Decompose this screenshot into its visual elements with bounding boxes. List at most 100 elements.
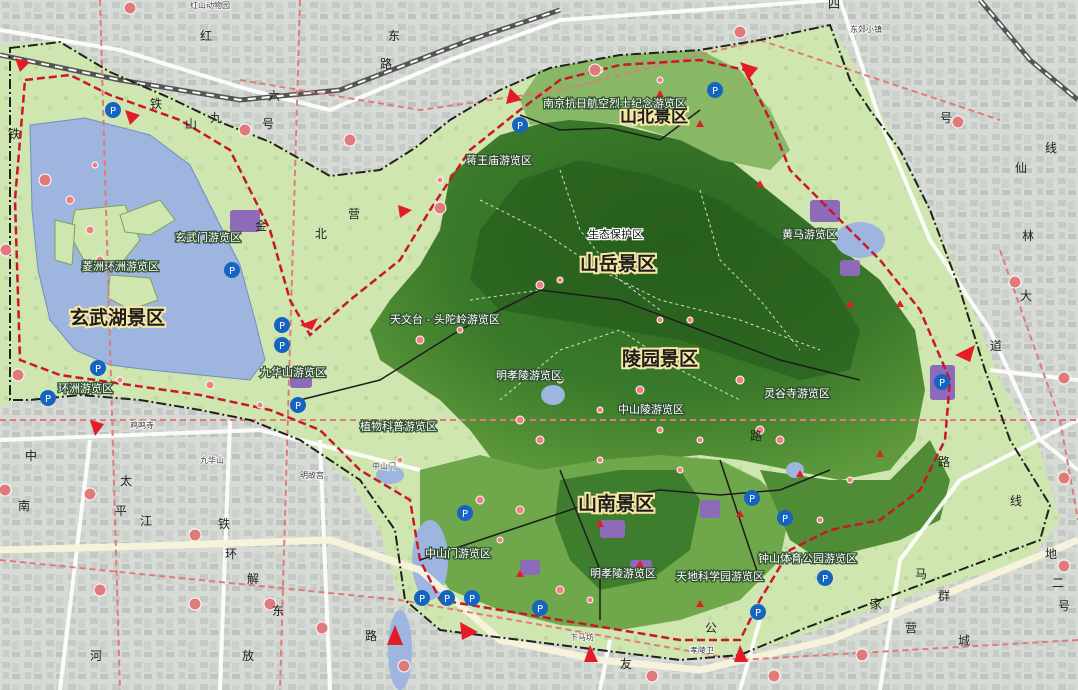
svg-text:金: 金 (255, 218, 267, 233)
svg-text:P: P (469, 594, 475, 605)
svg-text:大: 大 (1020, 289, 1032, 303)
svg-text:北: 北 (315, 227, 327, 241)
svg-text:山: 山 (185, 117, 197, 131)
parking-icon[interactable]: P (512, 117, 528, 133)
svg-text:江: 江 (140, 514, 152, 528)
area-label-jiuhua: 九华山游览区 (260, 365, 326, 379)
zone-label-xuanwu: 玄武湖景区 (70, 306, 165, 329)
svg-text:铁: 铁 (150, 97, 162, 111)
map-canvas[interactable]: P P P P P P P P P P P P P P P P P P P 玄武… (0, 0, 1078, 690)
svg-text:六: 六 (268, 89, 280, 103)
svg-text:马: 马 (915, 567, 927, 581)
place-label-zhongshanmen: 中山门 (372, 461, 396, 471)
area-label-jiwang: 蒋王庙游览区 (466, 153, 532, 167)
area-label-botanical: 植物科普游览区 (360, 419, 437, 433)
parking-icon[interactable]: P (457, 505, 473, 521)
xuanwu-island (54, 219, 76, 266)
area-label-aviation: 南京抗日航空烈士纪念游览区 (543, 96, 686, 110)
place-label-minggu: 明故宫 (300, 470, 324, 480)
svg-text:路: 路 (938, 454, 950, 469)
place-label-xiaolingwei: 孝陵卫 (690, 646, 714, 655)
parking-icon[interactable]: P (707, 82, 723, 98)
svg-text:放: 放 (242, 648, 254, 663)
parking-icon[interactable]: P (744, 490, 760, 506)
zone-label-shannan: 山南景区 (578, 493, 654, 515)
parking-icon[interactable]: P (414, 590, 430, 606)
place-label-jiming: 鸡鸣寺 (130, 420, 154, 430)
svg-text:东: 东 (272, 604, 284, 618)
map-svg[interactable]: P P P P P P P P P P P P P P P P P P P 玄武… (0, 0, 1078, 690)
area-label-huangma: 黄马游览区 (782, 227, 837, 241)
place-label-jiuhuashan: 九华山 (200, 455, 224, 465)
parking-icon[interactable]: P (934, 374, 950, 390)
svg-text:林: 林 (1022, 229, 1034, 243)
parking-icon[interactable]: P (532, 600, 548, 616)
svg-text:线: 线 (1045, 141, 1057, 155)
svg-text:城: 城 (958, 634, 970, 648)
svg-text:路: 路 (380, 56, 392, 71)
svg-text:东: 东 (388, 29, 400, 43)
parking-icon[interactable]: P (777, 510, 793, 526)
parking-icon[interactable]: P (105, 102, 121, 118)
svg-text:仙: 仙 (1015, 161, 1027, 175)
svg-text:九: 九 (210, 111, 222, 125)
svg-text:P: P (712, 86, 718, 97)
area-label-xuanwu-gate: 玄武门游览区 (175, 230, 241, 244)
area-label-sports: 钟山体育公园游览区 (758, 551, 857, 565)
svg-text:解: 解 (247, 572, 259, 586)
svg-text:中: 中 (25, 448, 37, 463)
svg-text:路: 路 (750, 428, 762, 443)
parking-icon[interactable]: P (90, 360, 106, 376)
svg-text:友: 友 (620, 657, 632, 671)
svg-text:号: 号 (262, 117, 274, 131)
area-label-linggu: 灵谷寺游览区 (764, 386, 830, 400)
parking-icon[interactable]: P (817, 570, 833, 586)
svg-text:线: 线 (1010, 494, 1022, 508)
parking-icon[interactable]: P (464, 590, 480, 606)
area-label-huanzhou: 环洲游览区 (58, 381, 113, 395)
parking-icon[interactable]: P (274, 337, 290, 353)
parking-icon[interactable]: P (290, 397, 306, 413)
svg-text:P: P (517, 121, 523, 132)
svg-text:P: P (462, 509, 468, 520)
svg-text:地: 地 (1045, 547, 1057, 561)
svg-text:环: 环 (225, 547, 237, 561)
svg-text:公: 公 (705, 621, 717, 635)
parking-icon[interactable]: P (439, 590, 455, 606)
parking-icon[interactable]: P (274, 317, 290, 333)
parking-icon[interactable]: P (224, 262, 240, 278)
svg-text:营: 营 (348, 207, 360, 221)
zone-label-lingyuan: 陵园景区 (622, 347, 698, 370)
svg-text:P: P (537, 604, 543, 615)
zone-label-shanbei: 山北景区 (620, 107, 688, 127)
svg-text:P: P (95, 364, 101, 375)
area-label-xiaoling-west: 明孝陵游览区 (590, 566, 656, 580)
svg-text:P: P (782, 514, 788, 525)
svg-text:P: P (229, 266, 235, 277)
svg-text:群: 群 (938, 589, 950, 603)
area-label-zhongshan: 中山陵游览区 (618, 402, 684, 416)
svg-text:P: P (45, 394, 51, 405)
area-label-tiandi: 天地科学园游览区 (676, 569, 764, 583)
pond (541, 385, 565, 405)
area-label-eco-reserve: 生态保护区 (588, 227, 643, 241)
svg-text:P: P (822, 574, 828, 585)
svg-text:路: 路 (365, 628, 377, 643)
area-label-ming-tomb: 明孝陵游览区 (496, 368, 562, 382)
svg-text:铁: 铁 (218, 517, 230, 531)
svg-text:家: 家 (870, 596, 882, 611)
svg-text:P: P (279, 341, 285, 352)
zone-label-shanyue: 山岳景区 (580, 253, 656, 275)
area-label-zhongshan-gate: 中山门游览区 (425, 546, 491, 560)
svg-text:道: 道 (990, 339, 1002, 353)
area-label-zhuzhou: 菱洲环洲游览区 (82, 259, 159, 273)
svg-text:营: 营 (905, 621, 917, 635)
svg-text:P: P (444, 594, 450, 605)
svg-text:P: P (295, 401, 301, 412)
parking-icon[interactable]: P (750, 604, 766, 620)
parking-icon[interactable]: P (40, 390, 56, 406)
svg-text:四: 四 (828, 0, 840, 11)
svg-text:P: P (110, 106, 116, 117)
area-label-observatory: 天文台 - 头陀岭游览区 (390, 312, 500, 326)
place-label-zoo: 红山动物园 (190, 0, 230, 10)
